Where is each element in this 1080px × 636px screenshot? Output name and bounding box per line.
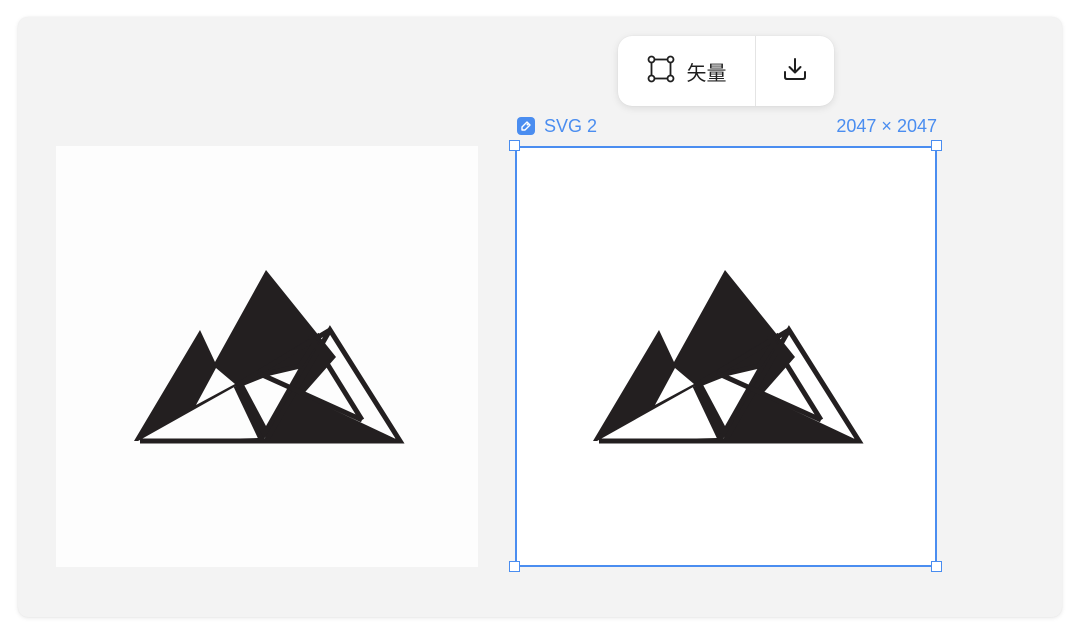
svg-image[interactable] bbox=[515, 146, 937, 567]
resize-handle-bottom-right[interactable] bbox=[931, 561, 942, 572]
mountain-logo-vector bbox=[593, 270, 864, 444]
resize-handle-top-left[interactable] bbox=[509, 140, 520, 151]
vector-button-label: 矢量 bbox=[686, 60, 727, 85]
download-button[interactable] bbox=[756, 36, 834, 106]
vector-button[interactable]: 矢量 bbox=[618, 36, 755, 106]
resize-handle-top-right[interactable] bbox=[931, 140, 942, 151]
frame-dimensions: 2047 × 2047 bbox=[836, 116, 937, 136]
download-icon bbox=[781, 55, 809, 88]
resize-handle-bottom-left[interactable] bbox=[509, 561, 520, 572]
vector-path-icon bbox=[647, 55, 675, 88]
floating-toolbar: 矢量 bbox=[618, 36, 834, 106]
mountain-logo-image bbox=[134, 270, 405, 444]
frame-name: SVG 2 bbox=[544, 115, 598, 136]
source-image[interactable] bbox=[56, 146, 478, 567]
frame-badge-icon bbox=[517, 117, 535, 135]
frame-name-label[interactable]: SVG 2 bbox=[517, 115, 597, 137]
